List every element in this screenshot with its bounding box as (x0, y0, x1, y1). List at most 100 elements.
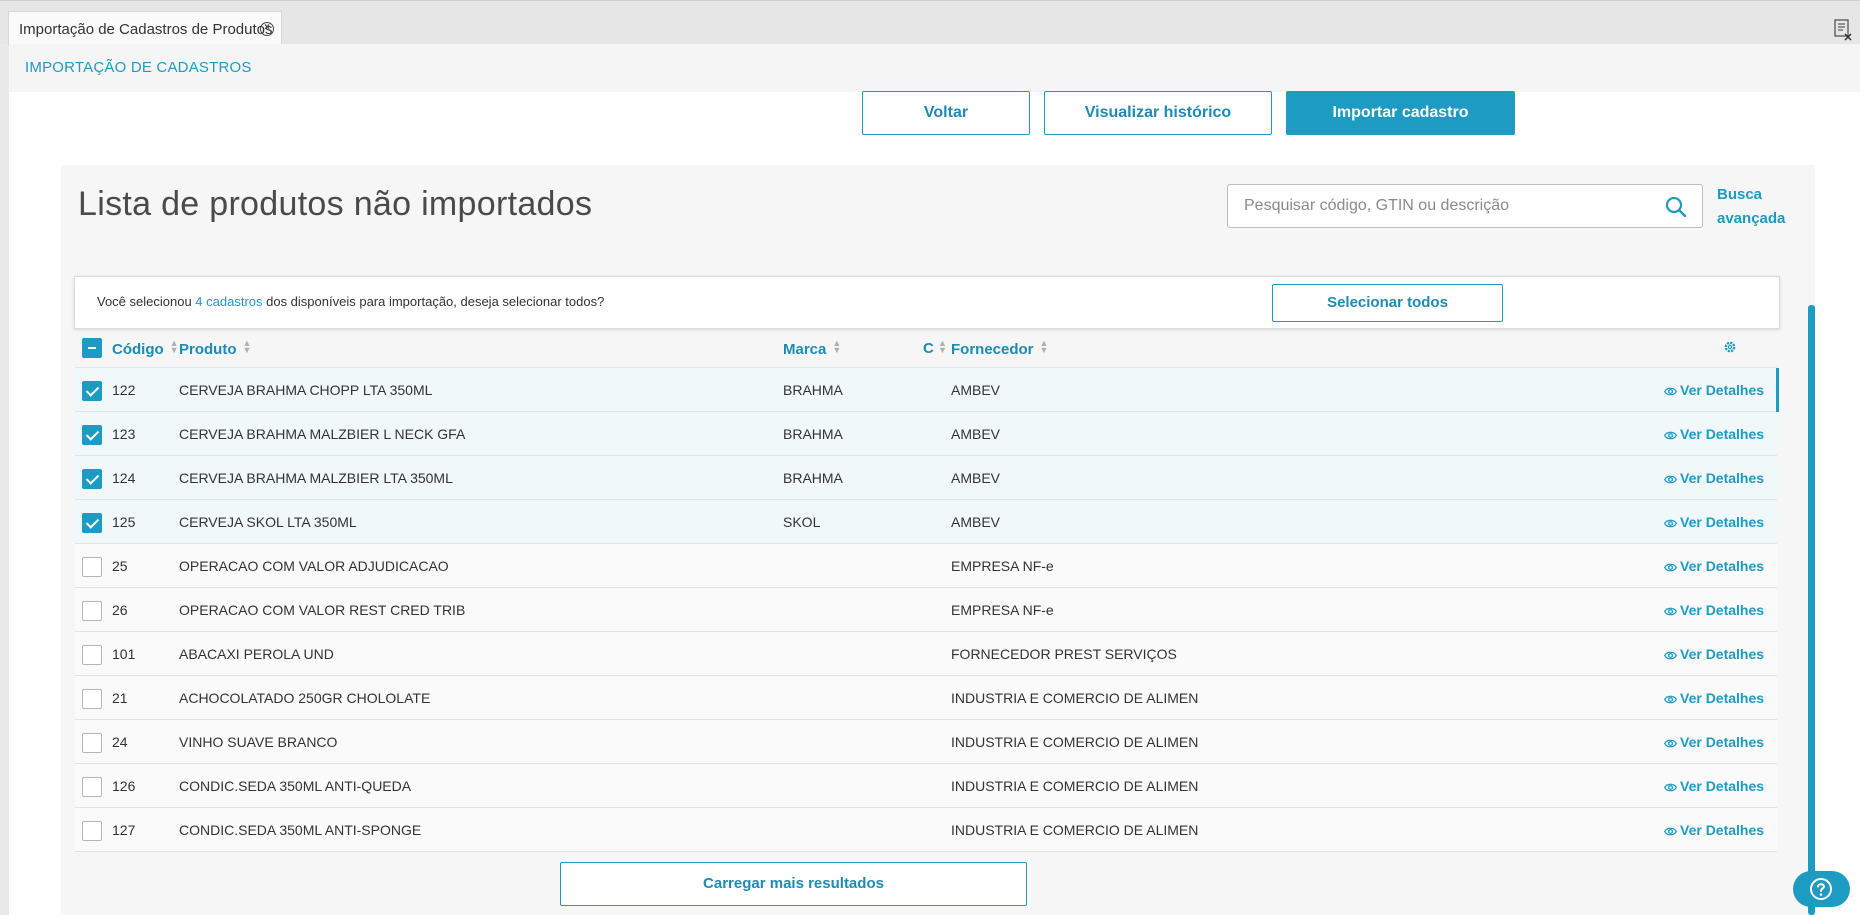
row-checkbox[interactable] (82, 513, 102, 533)
cell-fornecedor: INDUSTRIA E COMERCIO DE ALIMEN (951, 822, 1199, 838)
sort-icon: ▲ ▼ (938, 338, 947, 355)
table-row[interactable]: 126 CONDIC.SEDA 350ML ANTI-QUEDA INDUSTRIA… (75, 764, 1777, 808)
sort-icon: ▲ ▼ (1039, 338, 1049, 355)
ver-detalhes-link[interactable]: Ver Detalhes (1663, 558, 1765, 574)
ver-detalhes-link[interactable]: Ver Detalhes (1663, 382, 1764, 398)
cell-fornecedor: AMBEV (951, 470, 1001, 486)
panel-title: Lista de produtos não importados (78, 185, 593, 223)
row-checkbox[interactable] (82, 777, 102, 797)
eye-icon (1663, 827, 1678, 836)
cell-produto: OPERACAO COM VALOR REST CRED TRIB (179, 602, 466, 618)
column-fornecedor-label: Fornecedor (951, 341, 1034, 358)
table-header: Código ▲ ▼ Produto ▲ ▼ Marca ▲ ▼ C ▲ ▼ Forneced… (75, 327, 1777, 368)
ver-detalhes-label: Ver Detalhes (1680, 514, 1765, 530)
ver-detalhes-link[interactable]: Ver Detalhes (1663, 646, 1764, 662)
tab-importacao[interactable]: Importação de Cadastros de Produtos × (8, 11, 282, 45)
row-checkbox[interactable] (82, 645, 102, 665)
column-marca[interactable]: Marca ▲ ▼ (783, 339, 841, 359)
ver-detalhes-link[interactable]: Ver Detalhes (1663, 690, 1764, 706)
cell-codigo: 21 (112, 690, 128, 706)
cell-produto: ACHOCOLATADO 250GR CHOLOLATE (179, 690, 431, 706)
scrollbar[interactable] (1808, 305, 1815, 915)
search-box (1227, 184, 1703, 228)
eye-icon (1663, 475, 1678, 484)
search-input[interactable] (1229, 186, 1649, 226)
table-row[interactable]: 122 CERVEJA BRAHMA CHOPP LTA 350ML BRAHMA A… (75, 368, 1779, 412)
cell-produto: CERVEJA BRAHMA MALZBIER LTA 350ML (179, 470, 453, 486)
voltar-button[interactable]: Voltar (862, 91, 1030, 135)
cell-produto: CERVEJA SKOL LTA 350ML (179, 514, 357, 530)
app-frame: IMPORTAÇÃO DE CADASTROS Voltar Visualiza… (9, 44, 1860, 915)
cell-codigo: 25 (112, 558, 128, 574)
cell-marca: SKOL (783, 514, 821, 530)
cell-codigo: 101 (112, 646, 136, 662)
table-row[interactable]: 127 CONDIC.SEDA 350ML ANTI-SPONGE INDUSTRI… (75, 808, 1777, 852)
cell-produto: CONDIC.SEDA 350ML ANTI-SPONGE (179, 822, 422, 838)
ver-detalhes-link[interactable]: Ver Detalhes (1663, 426, 1765, 442)
row-checkbox[interactable] (82, 733, 102, 753)
table-row[interactable]: 26 OPERACAO COM VALOR REST CRED TRIB EMPRE… (75, 588, 1777, 632)
column-produto[interactable]: Produto ▲ ▼ (179, 339, 251, 359)
ver-detalhes-label: Ver Detalhes (1680, 602, 1765, 618)
ver-detalhes-label: Ver Detalhes (1680, 426, 1765, 442)
column-sort-truncated[interactable]: ▲ ▼ (932, 338, 947, 358)
ver-detalhes-label: Ver Detalhes (1680, 558, 1765, 574)
ver-detalhes-label: Ver Detalhes (1680, 470, 1765, 486)
visualizar-historico-button[interactable]: Visualizar histórico (1044, 91, 1272, 135)
ver-detalhes-label: Ver Detalhes (1680, 822, 1765, 838)
cell-fornecedor: INDUSTRIA E COMERCIO DE ALIMEN (951, 778, 1199, 794)
row-checkbox[interactable] (82, 469, 102, 489)
cell-fornecedor: FORNECEDOR PREST SERVIÇOS (951, 646, 1177, 662)
ver-detalhes-link[interactable]: Ver Detalhes (1663, 602, 1765, 618)
table-row[interactable]: 123 CERVEJA BRAHMA MALZBIER L NECK GFA BRA… (75, 412, 1777, 456)
table-row[interactable]: 101 ABACAXI PEROLA UND FORNECEDOR PREST SE… (75, 632, 1777, 676)
cell-marca: BRAHMA (783, 382, 843, 398)
cell-codigo: 123 (112, 426, 136, 442)
eye-icon (1663, 519, 1678, 528)
column-produto-label: Produto (179, 341, 237, 358)
row-checkbox[interactable] (82, 689, 102, 709)
cell-marca: BRAHMA (783, 470, 843, 486)
column-codigo[interactable]: Código ▲ ▼ (112, 339, 179, 359)
ver-detalhes-link[interactable]: Ver Detalhes (1663, 822, 1765, 838)
cell-produto: OPERACAO COM VALOR ADJUDICACAO (179, 558, 449, 574)
eye-icon (1663, 651, 1678, 660)
table-row[interactable]: 25 OPERACAO COM VALOR ADJUDICACAO EMPRESA … (75, 544, 1777, 588)
table-row[interactable]: 24 VINHO SUAVE BRANCO INDUSTRIA E COMERCIO… (75, 720, 1777, 764)
ver-detalhes-link[interactable]: Ver Detalhes (1663, 514, 1765, 530)
load-more-button[interactable]: Carregar mais resultados (560, 862, 1027, 906)
advanced-search-link[interactable]: Busca avançada (1717, 183, 1797, 231)
tab-bar: Importação de Cadastros de Produtos × (0, 0, 1860, 45)
importar-cadastro-button[interactable]: Importar cadastro (1286, 91, 1515, 135)
cell-codigo: 127 (112, 822, 136, 838)
eye-icon (1663, 387, 1678, 396)
selection-prefix: Você selecionou (97, 294, 196, 309)
row-highlight-bar (1776, 368, 1779, 412)
eye-icon (1663, 695, 1678, 704)
row-checkbox[interactable] (82, 425, 102, 445)
eye-icon (1663, 739, 1678, 748)
cell-produto: CERVEJA BRAHMA MALZBIER L NECK GFA (179, 426, 466, 442)
table-row[interactable]: 124 CERVEJA BRAHMA MALZBIER LTA 350ML BRAH… (75, 456, 1777, 500)
window-close-icon[interactable] (1834, 19, 1852, 41)
row-checkbox[interactable] (82, 821, 102, 841)
close-circle-icon[interactable]: × (260, 22, 274, 36)
search-icon[interactable] (1664, 195, 1688, 219)
select-all-button[interactable]: Selecionar todos (1272, 284, 1503, 322)
column-fornecedor[interactable]: Fornecedor ▲ ▼ (951, 338, 1049, 359)
table-row[interactable]: 21 ACHOCOLATADO 250GR CHOLOLATE INDUSTRIA … (75, 676, 1777, 720)
cell-fornecedor: INDUSTRIA E COMERCIO DE ALIMEN (951, 690, 1199, 706)
row-checkbox[interactable] (82, 381, 102, 401)
help-button[interactable] (1793, 871, 1850, 907)
select-all-checkbox[interactable] (82, 338, 102, 358)
table-row[interactable]: 125 CERVEJA SKOL LTA 350ML SKOL AMBEV Ver De… (75, 500, 1777, 544)
row-checkbox[interactable] (82, 601, 102, 621)
cell-fornecedor: INDUSTRIA E COMERCIO DE ALIMEN (951, 734, 1199, 750)
ver-detalhes-link[interactable]: Ver Detalhes (1663, 778, 1764, 794)
cell-codigo: 125 (112, 514, 136, 530)
ver-detalhes-link[interactable]: Ver Detalhes (1663, 734, 1764, 750)
row-checkbox[interactable] (82, 557, 102, 577)
ver-detalhes-link[interactable]: Ver Detalhes (1663, 470, 1765, 486)
cell-codigo: 24 (112, 734, 128, 750)
settings-icon[interactable] (1723, 340, 1737, 354)
